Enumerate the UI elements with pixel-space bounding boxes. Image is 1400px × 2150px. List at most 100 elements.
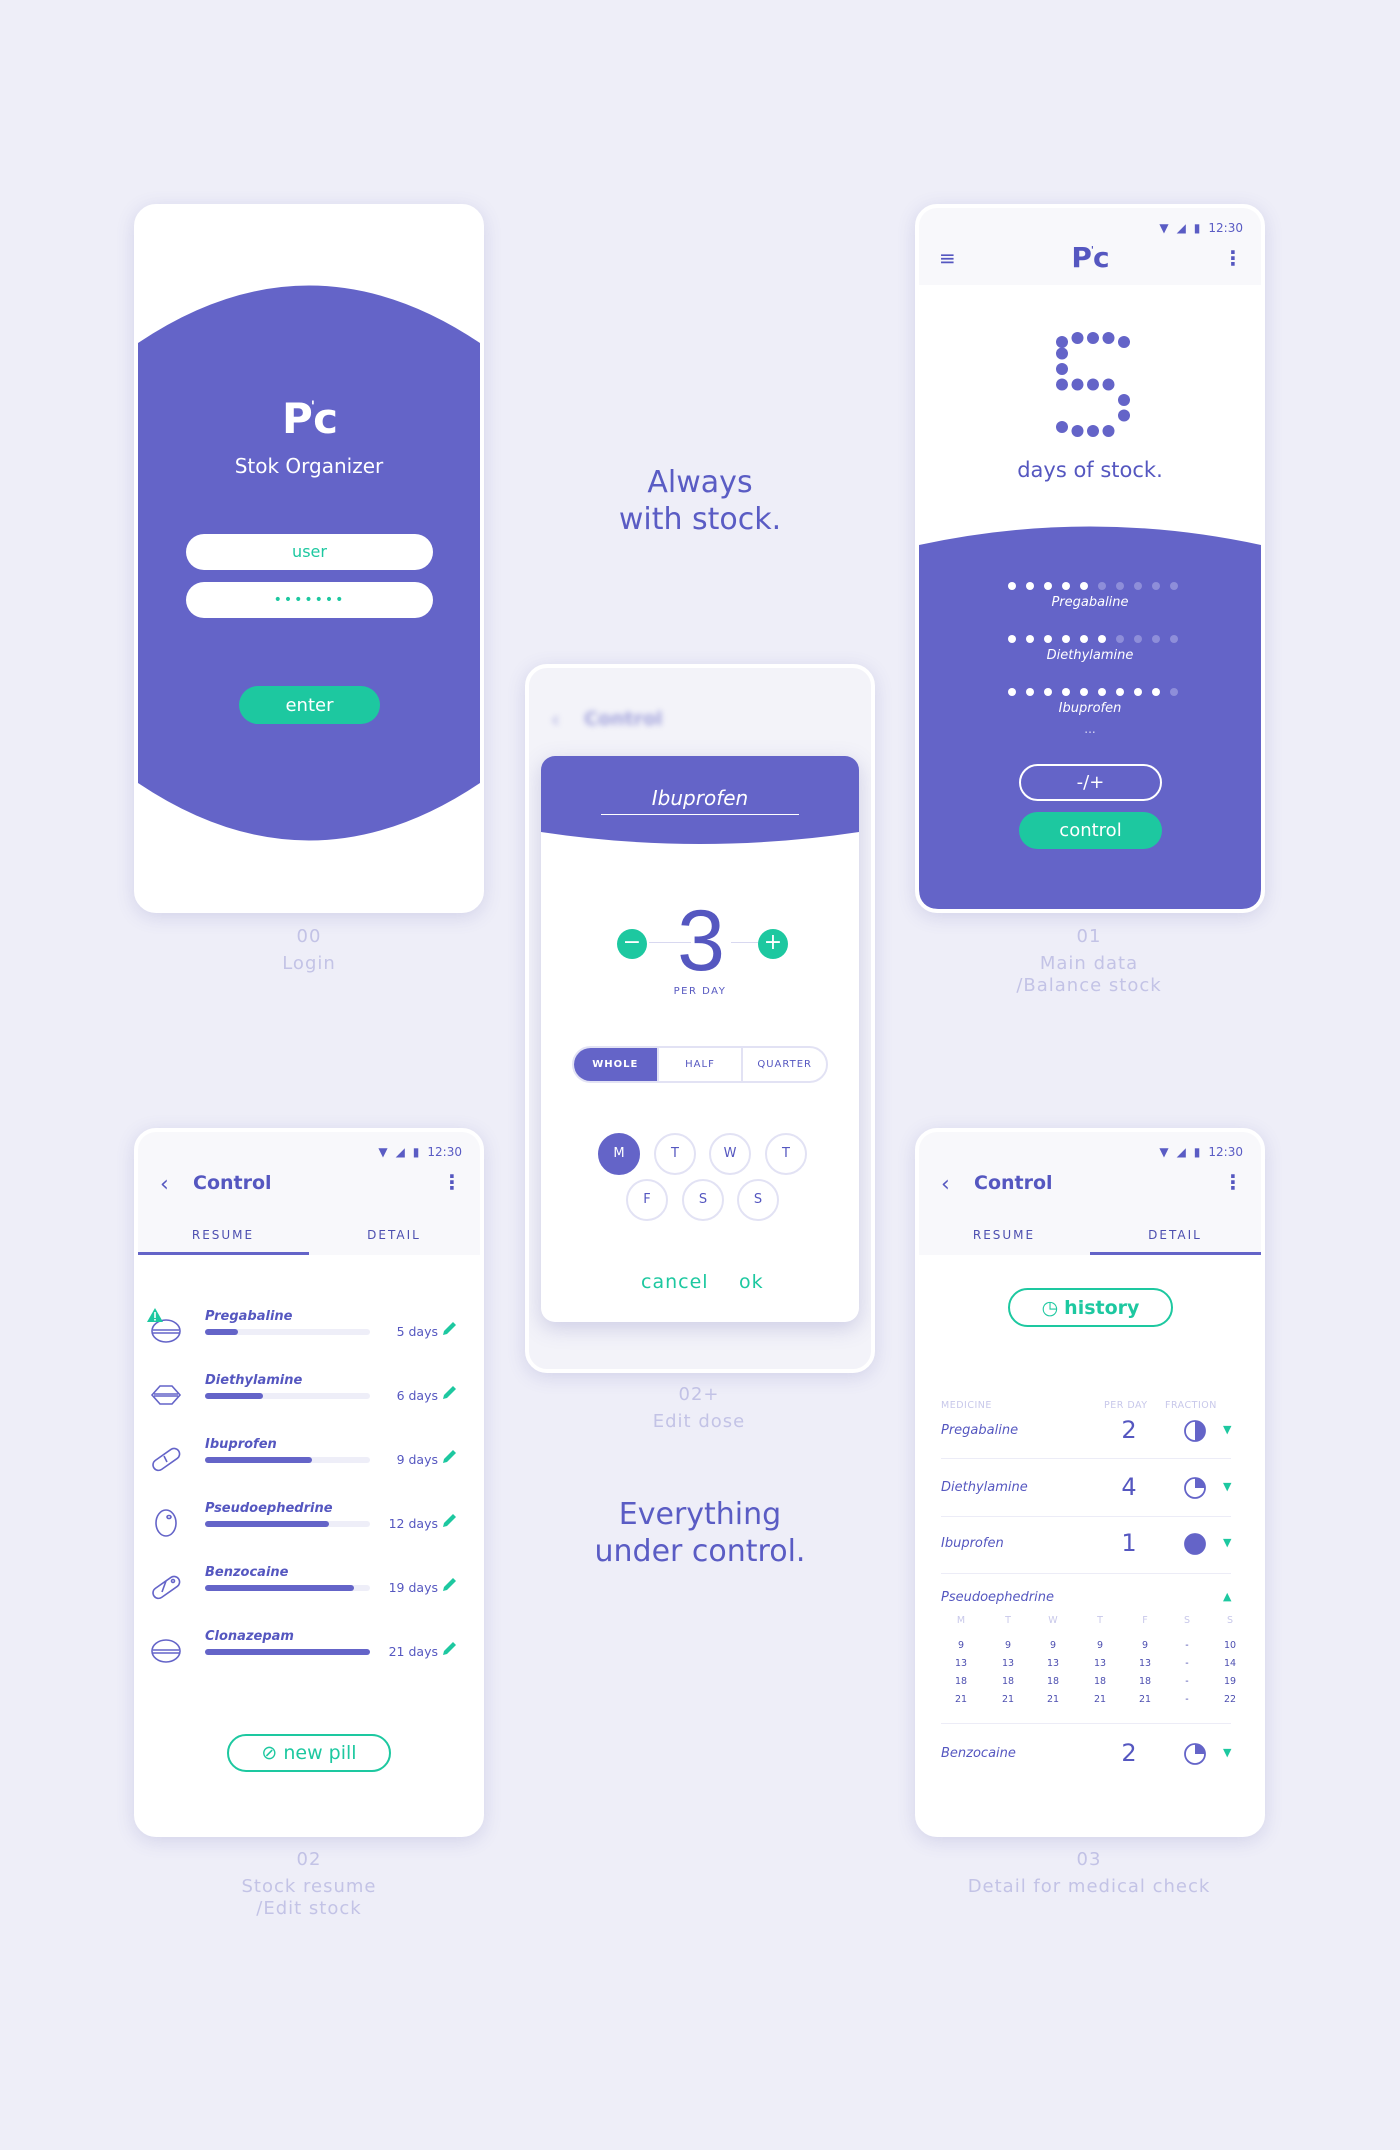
day-toggle[interactable]: T (654, 1133, 696, 1175)
days-remaining: 12 days (388, 1516, 438, 1531)
back-icon: ‹ (551, 708, 560, 733)
schedule-hour: 18 (1001, 1676, 1015, 1687)
password-input[interactable]: ••••••• (186, 582, 433, 618)
oval-pill-icon (155, 1509, 177, 1537)
decrease-button[interactable]: − (617, 929, 647, 959)
battery-icon: ▮ (1193, 1145, 1201, 1159)
schedule-hour: 13 (1093, 1658, 1107, 1669)
new-pill-button[interactable]: ⊘ new pill (227, 1734, 391, 1772)
expand-chevron-icon[interactable]: ▼ (1223, 1423, 1231, 1436)
more-options-icon[interactable]: ⋮ (1223, 1172, 1243, 1192)
expand-chevron-icon[interactable]: ▼ (1223, 1536, 1231, 1549)
edit-dose-dialog: Ibuprofen − + 3 PER DAY WHOLE HALF QUARTER… (541, 756, 859, 1322)
ok-button[interactable]: ok (739, 1271, 764, 1293)
fraction-option-half[interactable]: HALF (656, 1048, 742, 1081)
schedule-hour: 21 (954, 1694, 968, 1705)
schedule-hour: - (1185, 1658, 1189, 1669)
tab-detail[interactable]: DETAIL (309, 1228, 479, 1242)
schedule-hour: 13 (1138, 1658, 1152, 1669)
adjust-stock-button[interactable]: -/+ (1019, 764, 1162, 801)
cancel-button[interactable]: cancel (641, 1271, 709, 1293)
column-header-per-day: PER DAY (1104, 1400, 1148, 1411)
signal-icon: ◢ (395, 1145, 405, 1159)
stock-dot (1170, 688, 1178, 696)
stock-dot (1062, 582, 1070, 590)
tagline-line: with stock. (618, 502, 782, 537)
fraction-segmented-control: WHOLE HALF QUARTER (572, 1046, 828, 1083)
tagline-top: Always with stock. (500, 464, 900, 538)
status-time: 12:30 (1208, 1145, 1243, 1159)
stock-dot (1116, 635, 1124, 643)
enter-button[interactable]: enter (239, 686, 380, 724)
stock-dot (1098, 635, 1106, 643)
tab-resume[interactable]: RESUME (919, 1228, 1089, 1242)
per-day-value: 3 (677, 893, 725, 989)
round-tablet-icon (151, 1639, 181, 1663)
edit-pencil-icon[interactable] (440, 1384, 458, 1402)
collapse-chevron-icon[interactable]: ▲ (1223, 1590, 1231, 1603)
days-remaining: 6 days (396, 1388, 438, 1403)
stock-dots-row (1008, 635, 1178, 643)
history-button[interactable]: ◷ history (1008, 1288, 1173, 1327)
tagline-line: under control. (594, 1534, 806, 1569)
tab-resume[interactable]: RESUME (138, 1228, 308, 1242)
stock-dot (1026, 635, 1034, 643)
capsule-icon (152, 1447, 181, 1472)
page-title: Control (974, 1172, 1053, 1194)
weekday-label: T (1005, 1615, 1011, 1626)
stock-level-bar (205, 1393, 370, 1399)
divider (941, 1516, 1231, 1517)
stock-dot (1044, 582, 1052, 590)
medicine-name: Diethylamine (941, 1480, 1028, 1495)
weekday-label: W (1048, 1615, 1058, 1626)
stock-dot (1026, 688, 1034, 696)
control-button[interactable]: control (1019, 812, 1162, 849)
username-input[interactable]: user (186, 534, 433, 570)
divider (941, 1573, 1231, 1574)
fraction-option-whole[interactable]: WHOLE (574, 1048, 657, 1081)
expand-chevron-icon[interactable]: ▼ (1223, 1480, 1231, 1493)
medicine-name: Ibuprofen (205, 1437, 277, 1452)
increase-button[interactable]: + (758, 929, 788, 959)
edit-pencil-icon[interactable] (440, 1320, 458, 1338)
two-tone-capsule-icon (152, 1575, 181, 1600)
medicine-name: Benzocaine (205, 1565, 289, 1580)
stock-dot (1170, 635, 1178, 643)
stock-dot (1152, 582, 1160, 590)
medicine-name: Diethylamine (205, 1373, 303, 1388)
schedule-hour: - (1185, 1640, 1189, 1651)
weekday-label: M (956, 1615, 966, 1626)
stock-dot (1098, 582, 1106, 590)
edit-pencil-icon[interactable] (440, 1448, 458, 1466)
stock-dot (1080, 582, 1088, 590)
more-indicator: ... (1084, 722, 1096, 736)
stock-medicine-name: Diethylamine (1046, 648, 1134, 663)
more-options-icon[interactable]: ⋮ (442, 1172, 462, 1192)
day-toggle[interactable]: W (709, 1133, 751, 1175)
expanded-medicine-name: Pseudoephedrine (941, 1590, 1054, 1605)
stock-dot (1080, 635, 1088, 643)
per-day-value: 2 (1121, 1739, 1137, 1767)
day-toggle[interactable]: S (682, 1179, 724, 1221)
detail-screen: ▼ ◢ ▮ 12:30 ‹ Control ⋮ RESUME DETAIL ◷ hist… (915, 1128, 1265, 1837)
medicine-name-input[interactable]: Ibuprofen (601, 786, 799, 815)
expand-chevron-icon[interactable]: ▼ (1223, 1746, 1231, 1759)
day-toggle[interactable]: S (737, 1179, 779, 1221)
fraction-option-quarter[interactable]: QUARTER (741, 1048, 826, 1081)
day-toggle[interactable]: M (598, 1133, 640, 1175)
edit-pencil-icon[interactable] (440, 1512, 458, 1530)
edit-pencil-icon[interactable] (440, 1576, 458, 1594)
stock-dot (1134, 635, 1142, 643)
status-time: 12:30 (427, 1145, 462, 1159)
stock-medicine-name: Pregabaline (1051, 595, 1129, 610)
back-icon[interactable]: ‹ (160, 1172, 169, 1197)
day-toggle[interactable]: F (626, 1179, 668, 1221)
tab-detail[interactable]: DETAIL (1090, 1228, 1260, 1242)
stock-level-bar (205, 1329, 370, 1335)
back-icon[interactable]: ‹ (941, 1172, 950, 1197)
caption-edit-dose: 02+ Edit dose (652, 1384, 746, 1432)
new-pill-label: new pill (283, 1742, 357, 1764)
days-remaining: 21 days (388, 1644, 438, 1659)
edit-pencil-icon[interactable] (440, 1640, 458, 1658)
day-toggle[interactable]: T (765, 1133, 807, 1175)
